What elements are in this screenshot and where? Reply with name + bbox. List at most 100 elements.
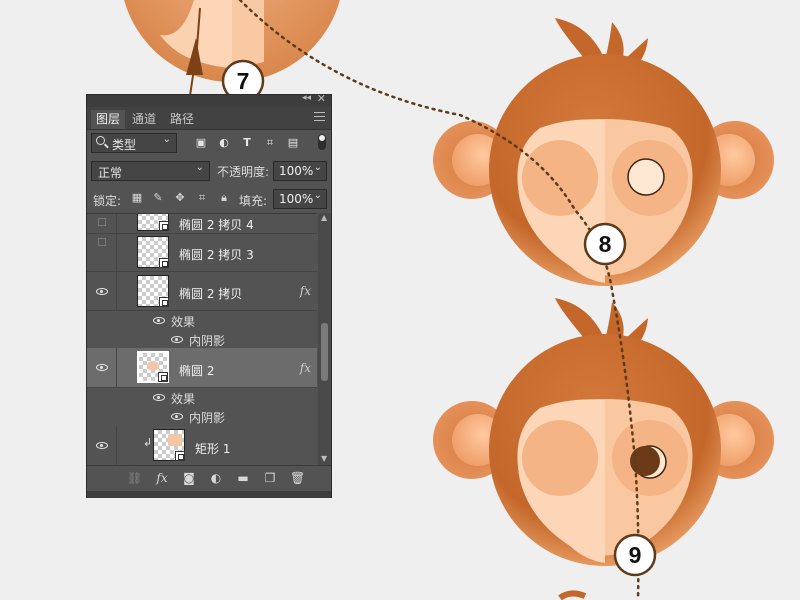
svg-text:8: 8 [599,231,612,257]
scroll-up-icon[interactable]: ▲ [321,213,327,222]
layer-name: 椭圆 2 拷贝 4 [179,218,254,232]
new-layer-icon[interactable]: ❐ [263,471,277,485]
link-layers-icon[interactable]: ⛓ [127,471,142,485]
collapse-icon[interactable]: ◂◂ [302,93,311,103]
fx-icon[interactable]: fx [155,471,169,485]
panel-titlebar: ◂◂ ✕ [87,92,331,107]
panel-menu-icon[interactable] [314,112,325,122]
adjustment-filter-icon[interactable]: ◐ [218,137,230,149]
close-icon[interactable]: ✕ [317,92,326,105]
layer-thumbnail [137,275,169,307]
tab-paths[interactable]: 路径 [165,110,199,129]
effect-row[interactable]: 内阴影 [87,407,317,426]
eye-icon[interactable] [153,394,165,401]
lock-position-icon[interactable]: ✥ [174,192,186,204]
eye-icon [96,442,108,449]
layer-thumbnail [137,236,169,268]
shape-badge-icon [159,297,169,307]
rectangle-preview [168,434,182,446]
lock-label: 锁定: [93,194,122,208]
scroll-thumb[interactable] [321,323,328,381]
layer-row[interactable]: 椭圆 2 拷贝 4 [87,214,317,234]
layer-scrollbar[interactable]: ▲ ▼ [318,213,331,465]
smart-object-filter-icon[interactable]: ▤ [287,137,299,149]
fill-label: 填充: [239,194,268,208]
visibility-off-icon [98,218,106,226]
kind-filter-dropdown[interactable]: 类型 ⌄ [91,133,177,153]
eye-icon [96,364,108,371]
layer-row[interactable]: ↲ 矩形 1 [87,426,317,466]
effects-label: 效果 [171,392,196,406]
opacity-field[interactable]: 100% ⌄ [273,161,327,181]
lock-row: 锁定: ▦ ✎ ✥ ⌗ 🔒︎ 填充: 100% ⌄ [87,189,331,211]
visibility-toggle[interactable] [87,234,117,271]
fill-field[interactable]: 100% ⌄ [273,189,327,209]
layer-thumbnail [153,429,185,461]
tab-layers[interactable]: 图层 [91,110,126,129]
lock-all-icon[interactable]: 🔒︎ [218,192,230,204]
step-marker-8: 8 [583,222,627,266]
tab-channels[interactable]: 通道 [127,110,161,129]
effects-row[interactable]: 效果 [87,311,317,330]
kind-filter-label: 类型 [112,138,137,152]
new-group-icon[interactable]: ▬ [236,471,250,485]
svg-text:7: 7 [237,68,250,94]
opacity-value: 100% [279,164,314,178]
layer-thumbnail [137,214,169,231]
chevron-down-icon: ⌄ [313,162,322,173]
chevron-down-icon: ⌄ [313,190,322,201]
visibility-toggle[interactable] [87,348,117,387]
filter-row: 类型 ⌄ ▣ ◐ T ⌗ ▤ [87,133,331,155]
layer-row[interactable]: 椭圆 2 拷贝 3 [87,234,317,272]
shape-badge-icon [159,221,169,231]
svg-text:9: 9 [629,542,642,568]
layer-name: 矩形 1 [195,442,231,456]
panel-footer [87,491,331,498]
chevron-down-icon: ⌄ [195,162,204,173]
visibility-toggle[interactable] [87,426,117,466]
blend-mode-label: 正常 [98,166,123,180]
monkey-head-bottom [433,298,774,600]
visibility-off-icon [98,238,106,246]
image-filter-icon[interactable]: ▣ [195,137,207,149]
clipping-mask-icon: ↲ [143,436,153,449]
opacity-label: 不透明度: [217,165,270,179]
delete-layer-icon[interactable]: 🗑︎ [290,471,305,485]
scroll-down-icon[interactable]: ▼ [321,454,327,463]
layers-panel: ◂◂ ✕ 图层 通道 路径 类型 ⌄ ▣ ◐ T ⌗ ▤ 正常 ⌄ 不透明度: … [86,92,332,498]
fx-icon[interactable]: fx [300,361,311,375]
effects-row[interactable]: 效果 [87,388,317,407]
ellipse-preview [147,361,159,371]
fx-icon[interactable]: fx [300,284,311,298]
eye-icon [96,288,108,295]
adjustment-layer-icon[interactable]: ◐ [209,471,223,485]
step-marker-9: 9 [613,533,657,577]
layer-name: 椭圆 2 [179,364,215,378]
effects-label: 效果 [171,315,196,329]
layer-thumbnail [137,351,169,383]
eye-icon[interactable] [153,317,165,324]
lock-image-icon[interactable]: ✎ [152,192,164,204]
lock-artboard-icon[interactable]: ⌗ [196,192,208,204]
layer-row-selected[interactable]: 椭圆 2 fx [87,348,317,388]
layer-name: 椭圆 2 拷贝 [179,287,243,301]
visibility-toggle[interactable] [87,214,117,233]
panel-tabbar: 图层 通道 路径 [87,107,331,130]
eye-icon[interactable] [171,413,183,420]
fill-value: 100% [279,192,314,206]
mask-icon[interactable]: ◙ [182,471,196,485]
search-icon [96,136,105,145]
blend-mode-dropdown[interactable]: 正常 ⌄ [91,161,210,181]
layer-list: 椭圆 2 拷贝 4 椭圆 2 拷贝 3 椭圆 2 拷贝 fx 效果 内阴影 椭圆… [87,213,317,466]
visibility-toggle[interactable] [87,272,117,310]
layer-row[interactable]: 椭圆 2 拷贝 fx [87,272,317,311]
shape-filter-icon[interactable]: ⌗ [264,137,276,149]
filter-toggle[interactable] [318,134,326,150]
eye-icon[interactable] [171,336,183,343]
type-filter-icon[interactable]: T [241,137,253,149]
lock-transparent-icon[interactable]: ▦ [131,192,143,204]
effect-row[interactable]: 内阴影 [87,330,317,349]
chevron-down-icon: ⌄ [162,134,171,145]
blend-row: 正常 ⌄ 不透明度: 100% ⌄ [87,161,331,183]
shape-badge-icon [175,451,185,461]
